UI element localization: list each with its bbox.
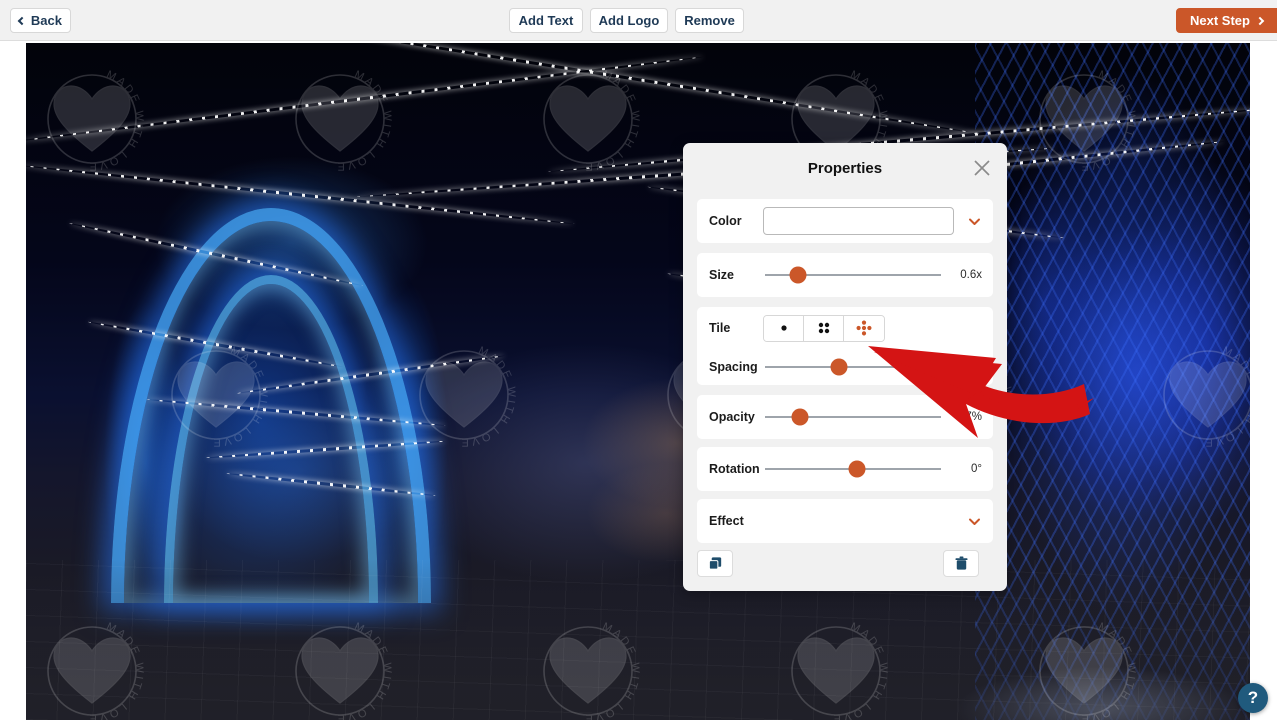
opacity-slider[interactable] (765, 416, 941, 418)
add-logo-button-label: Add Logo (599, 14, 660, 27)
photo-ground (26, 560, 1250, 720)
rotation-slider-thumb[interactable] (848, 461, 865, 478)
color-swatch-input[interactable] (763, 207, 954, 235)
rotation-row: Rotation 0° (697, 447, 993, 491)
trash-icon[interactable] (943, 550, 979, 577)
add-text-button[interactable]: Add Text (509, 8, 583, 33)
tile-label: Tile (697, 321, 763, 335)
image-canvas[interactable]: MADE WITH LOVEMADE WITH LOVEMADE WITH LO… (26, 43, 1250, 720)
back-button[interactable]: Back (10, 8, 71, 33)
opacity-slider-thumb[interactable] (792, 409, 809, 426)
panel-title: Properties (683, 143, 1007, 195)
chevron-right-icon (1256, 16, 1264, 24)
chevron-left-icon (18, 16, 26, 24)
properties-panel: Properties Color Size 0.6x Tile (683, 143, 1007, 591)
next-step-button[interactable]: Next Step (1176, 8, 1277, 33)
duplicate-icon[interactable] (697, 550, 733, 577)
close-icon[interactable] (971, 157, 993, 179)
size-slider[interactable] (765, 274, 941, 276)
size-label: Size (697, 268, 763, 282)
help-button[interactable]: ? (1238, 683, 1268, 713)
size-value: 0.6x (951, 269, 993, 281)
opacity-row: Opacity 17% (697, 395, 993, 439)
add-logo-button[interactable]: Add Logo (590, 8, 668, 33)
spacing-label: Spacing (697, 360, 763, 374)
color-chevron-down-icon[interactable] (968, 215, 981, 228)
top-toolbar: Back Add Text Add Logo Remove Next Step (0, 0, 1277, 41)
tile-spacing-card: Tile (697, 307, 993, 385)
remove-button-label: Remove (684, 14, 735, 27)
tile-diamond-icon[interactable] (844, 316, 884, 341)
size-row: Size 0.6x (697, 253, 993, 297)
rotation-label: Rotation (697, 462, 763, 476)
spacing-row: Spacing 1.26x (697, 349, 993, 385)
size-slider-thumb[interactable] (790, 267, 807, 284)
effect-row[interactable]: Effect (697, 499, 993, 543)
back-button-label: Back (31, 14, 62, 27)
tile-single-icon[interactable] (764, 316, 804, 341)
tile-row: Tile (697, 307, 993, 349)
rotation-value: 0° (951, 463, 993, 475)
opacity-label: Opacity (697, 410, 763, 424)
spacing-value: 1.26x (951, 361, 993, 373)
next-step-button-label: Next Step (1190, 14, 1250, 27)
rotation-slider[interactable] (765, 468, 941, 470)
tile-grid-icon[interactable] (804, 316, 844, 341)
spacing-slider[interactable] (765, 366, 941, 368)
help-button-label: ? (1248, 688, 1258, 708)
effect-chevron-down-icon[interactable] (968, 515, 981, 528)
spacing-slider-thumb[interactable] (830, 359, 847, 376)
effect-label: Effect (697, 514, 968, 528)
opacity-value: 17% (951, 411, 993, 423)
add-text-button-label: Add Text (519, 14, 574, 27)
remove-button[interactable]: Remove (675, 8, 744, 33)
tile-option-group (763, 315, 885, 342)
color-row: Color (697, 199, 993, 243)
color-label: Color (697, 214, 763, 228)
